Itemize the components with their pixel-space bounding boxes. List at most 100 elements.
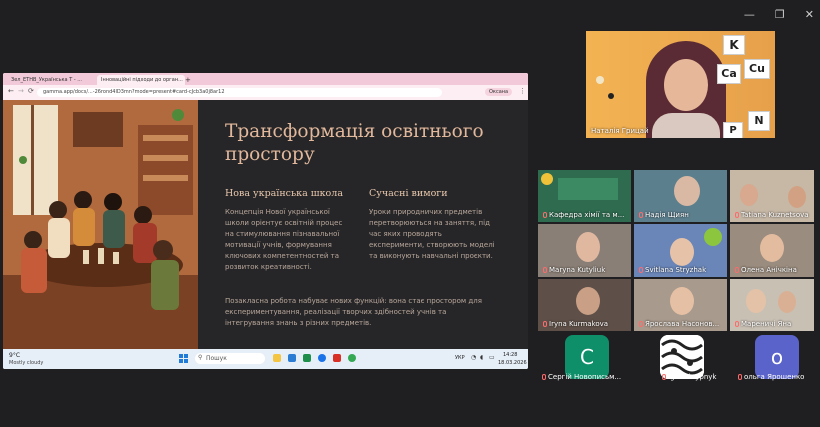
participant-name: Ярослава Насонов... (645, 320, 720, 328)
minimize-button[interactable]: — (744, 8, 755, 21)
clock-date: 18.03.2026 (498, 360, 527, 366)
taskbar-search-input[interactable]: Пошук (195, 353, 265, 364)
speaker-tile[interactable]: K Ca Cu N P Наталія Грицай (586, 31, 775, 138)
participant-name: Maryna Kutyliuk (549, 266, 606, 274)
participant-tile[interactable]: Svitlana Stryzhak (634, 224, 727, 277)
volume-icon[interactable]: ◖ (480, 354, 483, 361)
participant-name: Igor Skrypnyk (668, 373, 717, 381)
reload-button[interactable]: ⟳ (28, 87, 34, 95)
participant-name: Кафедра хімії та м... (549, 211, 625, 219)
windows-start-icon[interactable] (179, 354, 188, 363)
participant-face (670, 238, 694, 266)
windows-taskbar: 9°C Mostly cloudy Пошук ⚲ УКР ◔ ◖ ▭ 14:2… (3, 349, 528, 369)
clock-time[interactable]: 14:28 (503, 352, 517, 358)
element-card-p: P (723, 122, 743, 138)
participant-face (674, 176, 700, 206)
participant-name: Iryna Kurmakova (549, 320, 609, 328)
participant-face (670, 287, 694, 315)
participant-tile[interactable]: Iryna Kurmakova (538, 279, 631, 331)
window-controls: — ❐ ✕ (744, 8, 814, 21)
left-body: Концепція Нової української школи орієнт… (225, 208, 343, 271)
muted-mic-icon (738, 374, 742, 380)
speaker-name: Наталія Грицай (591, 127, 649, 135)
muted-mic-icon (735, 321, 739, 327)
participant-name: ольга Ярошенко (744, 373, 805, 381)
app-icon[interactable] (333, 354, 341, 362)
participant-tile[interactable]: Ярослава Насонов... (634, 279, 727, 331)
weather-temp[interactable]: 9°C (9, 352, 20, 359)
participant-face (740, 184, 758, 206)
new-tab-button[interactable]: + (181, 75, 197, 85)
browser-menu-icon[interactable]: ⋮ (519, 87, 526, 95)
browser-tab-active[interactable]: Інноваційні підходи до орган... (97, 75, 185, 85)
participant-tile[interactable]: Надія Щиян (634, 170, 727, 222)
slide-title: Трансформація освітнього простору (225, 121, 484, 165)
speaker-shirt (652, 113, 720, 138)
participant-tile[interactable]: Кафедра хімії та м... (538, 170, 631, 222)
weather-desc: Mostly cloudy (9, 360, 44, 366)
participant-tile[interactable]: Tatiana Kuznetsova (730, 170, 814, 222)
slide-content (558, 178, 618, 200)
participant-name: Мареничі Яна (741, 320, 792, 328)
participant-tile[interactable]: Maryna Kutyliuk (538, 224, 631, 277)
participant-tile[interactable]: Олена Анічкіна (730, 224, 814, 277)
participant-face (760, 234, 784, 262)
logo-icon (541, 173, 553, 185)
browser-address-bar: ← → ⟳ gamma.app/docs/...-26rond4lD3mn?mo… (3, 85, 528, 100)
left-heading: Нова українська школа (225, 188, 343, 199)
participant-name: Олена Анічкіна (741, 266, 797, 274)
edge-icon[interactable] (318, 354, 326, 362)
logo-icon (704, 228, 722, 246)
element-card-ca: Ca (717, 64, 741, 84)
restore-button[interactable]: ❐ (775, 8, 785, 21)
file-explorer-icon[interactable] (273, 354, 281, 362)
slide-illustration (3, 100, 198, 349)
muted-mic-icon (543, 321, 547, 327)
participant-face (576, 287, 600, 315)
participant-face (576, 232, 600, 262)
molecule-model (608, 93, 614, 99)
chrome-icon[interactable] (348, 354, 356, 362)
right-body: Уроки природничих предметів перетворюють… (369, 208, 495, 260)
muted-mic-icon (543, 267, 547, 273)
muted-mic-icon (735, 267, 739, 273)
molecule-model (596, 76, 604, 84)
shared-screen: Зел_ЕТНВ_Українська Т - ... Інноваційні … (3, 73, 528, 369)
wifi-icon[interactable]: ◔ (471, 354, 476, 361)
students-lab-illustration (3, 100, 198, 349)
language-indicator[interactable]: УКР (455, 355, 465, 361)
browser-tab-bar: Зел_ЕТНВ_Українська Т - ... Інноваційні … (3, 73, 528, 85)
muted-mic-icon (639, 321, 643, 327)
participant-name: Сергій Новописьм... (548, 373, 622, 381)
muted-mic-icon (542, 374, 546, 380)
battery-icon[interactable]: ▭ (489, 354, 495, 361)
profile-button[interactable]: Оксана (485, 88, 513, 96)
element-card-k: K (723, 35, 745, 55)
muted-mic-icon (639, 212, 643, 218)
browser-tab[interactable]: Зел_ЕТНВ_Українська Т - ... (7, 75, 101, 85)
presentation-slide: Трансформація освітнього простору Нова у… (3, 100, 528, 349)
right-heading: Сучасні вимоги (369, 188, 448, 199)
participant-face (746, 289, 766, 313)
participant-face (778, 291, 796, 313)
bottom-body: Позакласна робота набуває нових функцій:… (225, 297, 482, 327)
close-button[interactable]: ✕ (805, 8, 814, 21)
participant-face (788, 186, 806, 208)
excel-icon[interactable] (303, 354, 311, 362)
muted-mic-icon (639, 267, 643, 273)
muted-mic-icon (735, 212, 739, 218)
search-icon: ⚲ (198, 354, 203, 361)
word-icon[interactable] (288, 354, 296, 362)
participant-tile[interactable]: Мареничі Яна (730, 279, 814, 331)
muted-mic-icon (662, 374, 666, 380)
participant-name: Надія Щиян (645, 211, 689, 219)
participant-name: Svitlana Stryzhak (645, 266, 707, 274)
speaker-face (664, 59, 708, 111)
element-card-cu: Cu (744, 59, 770, 79)
element-card-n: N (748, 111, 770, 131)
muted-mic-icon (543, 212, 547, 218)
url-input[interactable]: gamma.app/docs/...-26rond4lD3mn?mode=pre… (37, 88, 442, 97)
participant-name: Tatiana Kuznetsova (741, 211, 809, 219)
forward-button[interactable]: → (18, 87, 24, 95)
back-button[interactable]: ← (8, 87, 14, 95)
